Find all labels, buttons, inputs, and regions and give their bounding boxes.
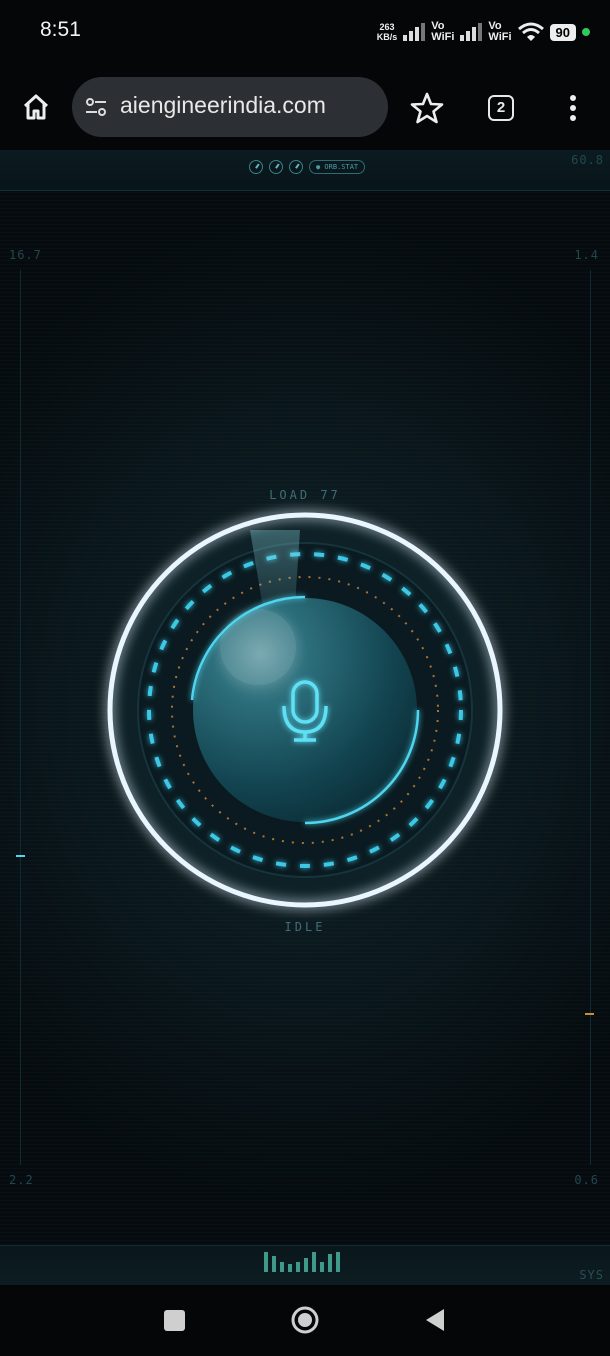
status-time: 8:51 <box>40 18 81 41</box>
voice-orb <box>107 512 503 908</box>
wifi-icon <box>517 22 544 41</box>
address-bar[interactable]: aiengineerindia.com <box>72 77 388 137</box>
signal-icon <box>460 23 483 41</box>
tab-switcher-icon[interactable]: 2 <box>488 95 514 121</box>
voice-assistant-app: ● ORB.STAT 60.8 16.7 1.4 2.2 0.6 LOAD 77… <box>0 150 610 1285</box>
battery-icon: 90 <box>549 23 576 41</box>
more-menu-icon[interactable] <box>566 94 580 122</box>
home-circle-icon[interactable] <box>290 1305 320 1335</box>
back-icon[interactable] <box>425 1308 445 1332</box>
bottom-hud-panel: SYS <box>0 1245 610 1285</box>
privacy-dot-icon <box>582 28 590 36</box>
volte-wifi-label: Vo WiFi <box>488 21 511 43</box>
status-icons: 263 KB/s Vo WiFi Vo WiFi 90 <box>377 16 590 48</box>
url-text: aiengineerindia.com <box>120 92 326 118</box>
recents-icon[interactable] <box>164 1310 185 1331</box>
sim1-label-bottom: WiFi <box>431 31 455 43</box>
audio-level-bars <box>264 1250 340 1272</box>
sim2-label-bottom: WiFi <box>488 31 512 43</box>
status-bar: 8:51 263 KB/s Vo WiFi Vo WiFi 90 <box>0 0 610 64</box>
sys-label: SYS <box>579 1268 604 1282</box>
volte-wifi-label: Vo WiFi <box>431 21 454 43</box>
net-speed-value: 263 <box>379 22 395 32</box>
home-icon[interactable] <box>20 91 52 123</box>
net-speed: 263 KB/s <box>377 22 398 42</box>
signal-icon <box>403 23 426 41</box>
core-highlight <box>220 609 296 685</box>
site-info-icon[interactable] <box>84 95 108 119</box>
system-nav-bar <box>0 1285 610 1356</box>
net-speed-unit: KB/s <box>376 32 398 42</box>
browser-toolbar: aiengineerindia.com 2 <box>0 64 610 150</box>
star-icon[interactable] <box>410 91 444 125</box>
